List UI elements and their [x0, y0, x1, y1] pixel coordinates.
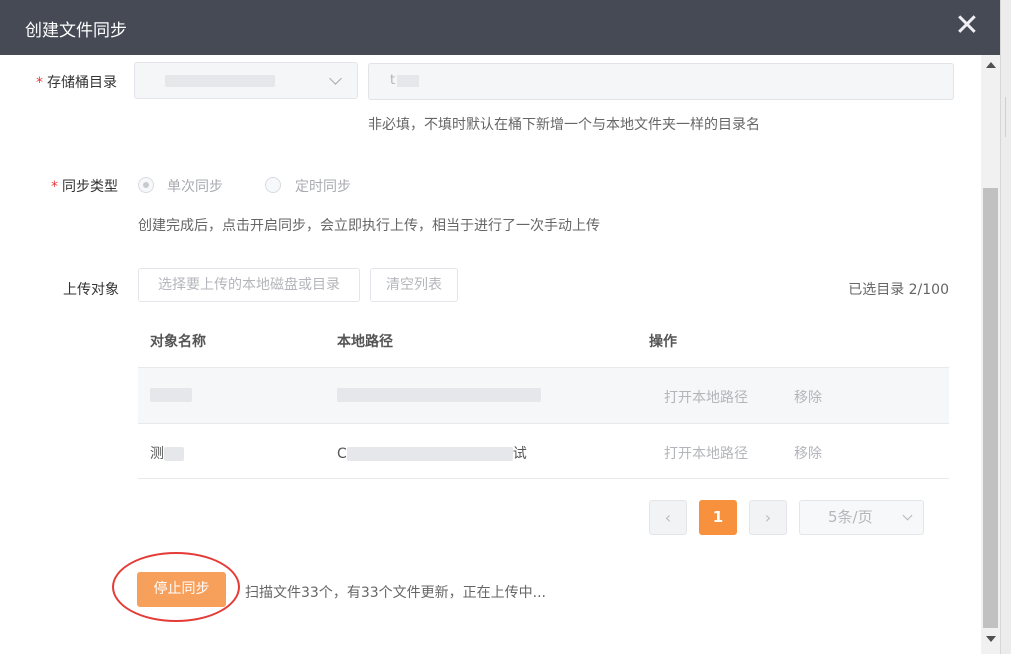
col-local-path: 本地路径	[337, 334, 393, 350]
dialog-titlebar: 创建文件同步 ✕	[0, 0, 1000, 55]
bucket-dir-label: * 存储桶目录	[36, 72, 117, 92]
open-local-path-link[interactable]: 打开本地路径	[664, 443, 748, 463]
chevron-down-icon	[902, 510, 913, 521]
upload-target-label: 上传对象	[63, 282, 119, 298]
open-local-path-link[interactable]: 打开本地路径	[664, 387, 748, 407]
bucket-dir-value: t	[390, 73, 396, 88]
table-row: 打开本地路径 移除	[138, 367, 949, 423]
bucket-select[interactable]	[134, 62, 358, 99]
page-number-1[interactable]: 1	[699, 500, 737, 535]
col-object-name: 对象名称	[150, 334, 206, 350]
col-actions: 操作	[649, 334, 677, 350]
redacted-dir-name	[397, 74, 420, 87]
bucket-dir-input[interactable]: t	[368, 63, 954, 100]
close-icon[interactable]: ✕	[953, 10, 981, 42]
table-header: 对象名称 本地路径 操作	[138, 318, 949, 366]
bucket-dir-hint: 非必填，不填时默认在桶下新增一个与本地文件夹一样的目录名	[368, 117, 760, 133]
clear-list-button[interactable]: 清空列表	[370, 268, 458, 302]
stop-sync-button[interactable]: 停止同步	[137, 572, 226, 607]
sync-type-label: * 同步类型	[51, 176, 118, 196]
page-size-select[interactable]: 5条/页	[799, 500, 924, 535]
required-mark: *	[36, 75, 43, 91]
bucket-dir-label-text: 存储桶目录	[47, 75, 117, 91]
row-object-name: 测	[150, 443, 184, 463]
radio-scheduled-sync-label[interactable]: 定时同步	[295, 176, 351, 196]
dialog-title: 创建文件同步	[25, 21, 127, 41]
radio-scheduled-sync[interactable]	[265, 177, 281, 193]
radio-single-sync-label[interactable]: 单次同步	[167, 176, 223, 196]
chevron-right-icon[interactable]: ›	[749, 500, 787, 535]
table-row: 测 C试 打开本地路径 移除	[138, 423, 949, 479]
row-object-name	[150, 387, 192, 403]
radio-single-sync[interactable]	[138, 177, 154, 193]
remove-link[interactable]: 移除	[794, 443, 822, 463]
redacted-path	[346, 447, 513, 461]
remove-link[interactable]: 移除	[794, 387, 822, 407]
chevron-left-icon[interactable]: ‹	[649, 500, 687, 535]
select-local-dir-button[interactable]: 选择要上传的本地磁盘或目录	[138, 268, 360, 302]
selected-dir-count: 已选目录 2/100	[848, 282, 949, 298]
row-local-path-prefix: C	[337, 446, 347, 462]
row-local-path-suffix: 试	[512, 446, 527, 462]
sync-status-text: 扫描文件33个，有33个文件更新，正在上传中...	[245, 585, 546, 601]
row-object-name-text: 测	[150, 446, 164, 462]
redacted-name	[164, 447, 184, 461]
redacted-name	[150, 388, 192, 402]
sync-type-label-text: 同步类型	[62, 179, 118, 195]
scroll-down-icon[interactable]	[986, 636, 996, 642]
row-local-path: C试	[337, 443, 527, 463]
redacted-bucket-name	[165, 75, 275, 87]
chevron-down-icon	[329, 72, 342, 85]
dialog-scrollbar[interactable]	[981, 55, 1000, 654]
sync-type-hint: 创建完成后，点击开启同步，会立即执行上传，相当于进行了一次手动上传	[138, 218, 600, 234]
required-mark: *	[51, 179, 58, 195]
background-divider	[1005, 97, 1011, 137]
row-local-path	[337, 387, 541, 403]
redacted-path	[337, 388, 541, 402]
scroll-thumb[interactable]	[983, 188, 998, 628]
background-window-edge	[1000, 0, 1011, 654]
page-size-value: 5条/页	[828, 508, 873, 526]
scroll-up-icon[interactable]	[986, 62, 996, 68]
